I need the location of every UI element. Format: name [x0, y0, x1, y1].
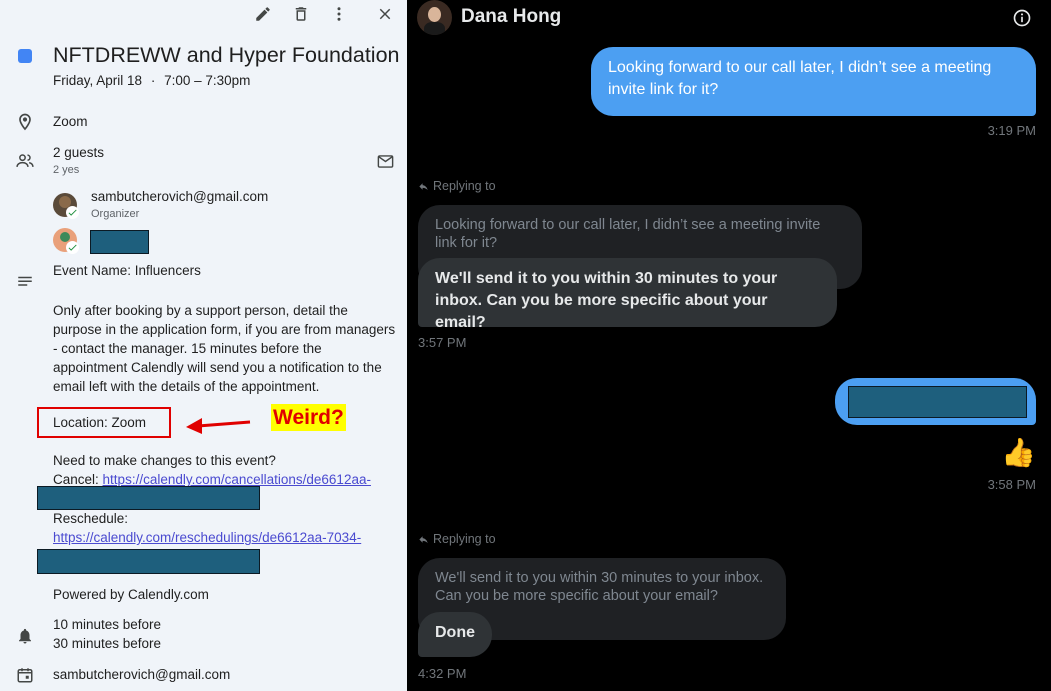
calendar-color-chip [18, 49, 32, 63]
email-guests-button[interactable] [374, 150, 396, 172]
description-icon [14, 271, 36, 293]
info-icon [1013, 9, 1031, 27]
calendar-owner: sambutcherovich@gmail.com [53, 667, 231, 682]
reminder-2: 30 minutes before [53, 636, 162, 651]
description-location: Location: Zoom [53, 415, 147, 430]
message-timestamp: 3:58 PM [987, 477, 1036, 492]
redacted-reschedule-link-tail [37, 549, 260, 574]
event-time: 7:00 – 7:30pm [164, 73, 251, 88]
trash-icon [295, 7, 307, 21]
cancel-label: Cancel: [53, 472, 99, 487]
bell-icon [14, 625, 36, 647]
location-pin-icon [14, 111, 36, 133]
mail-icon [377, 154, 393, 168]
reschedule-line: https://calendly.com/reschedulings/de661… [53, 530, 361, 545]
description-body: Only after booking by a support person, … [53, 303, 396, 394]
edit-event-button[interactable] [251, 2, 275, 26]
sent-message-bubble[interactable] [835, 378, 1036, 425]
time-separator: · [150, 73, 156, 88]
contact-avatar[interactable] [417, 0, 452, 35]
reply-arrow-icon [419, 535, 428, 543]
reschedule-label: Reschedule: [53, 511, 129, 526]
more-options-button[interactable] [327, 2, 351, 26]
conversation-info-button[interactable] [1010, 6, 1034, 30]
reply-arrow-icon [419, 182, 428, 190]
message-timestamp: 4:32 PM [418, 666, 467, 681]
replying-to-label: Replying to [418, 179, 496, 193]
replying-to-label: Replying to [418, 532, 496, 546]
replying-to-text: Replying to [433, 179, 496, 193]
changes-heading: Need to make changes to this event? [53, 453, 276, 468]
powered-by: Powered by Calendly.com [53, 587, 209, 602]
cancel-link[interactable]: https://calendly.com/cancellations/de661… [103, 472, 371, 487]
calendar-event-panel: NFTDREWW and Hyper Foundation Friday, Ap… [0, 0, 407, 691]
redacted-email-message [848, 386, 1027, 418]
event-date: Friday, April 18 [53, 73, 143, 88]
sent-message-bubble[interactable]: Looking forward to our call later, I did… [591, 47, 1036, 116]
guests-count: 2 guests [53, 145, 105, 160]
redacted-guest-email [90, 230, 149, 254]
pencil-icon [256, 7, 270, 21]
redacted-cancel-link-tail [37, 486, 260, 510]
message-timestamp: 3:19 PM [987, 123, 1036, 138]
delete-event-button[interactable] [289, 2, 313, 26]
contact-name: Dana Hong [461, 6, 562, 27]
close-icon [379, 8, 391, 20]
event-title: NFTDREWW and Hyper Foundation [53, 43, 400, 67]
organizer-email: sambutcherovich@gmail.com [91, 189, 269, 204]
event-location: Zoom [53, 114, 88, 129]
organizer-avatar [53, 193, 79, 219]
guest-avatar [53, 228, 79, 254]
cancel-line: Cancel: https://calendly.com/cancellatio… [53, 472, 371, 487]
guests-yes: 2 yes [53, 164, 80, 176]
accepted-check-icon [66, 206, 79, 219]
close-button[interactable] [373, 2, 397, 26]
organizer-role: Organizer [91, 208, 140, 220]
accepted-check-icon [66, 241, 79, 254]
reminder-1: 10 minutes before [53, 617, 162, 632]
received-message-bubble[interactable]: We'll send it to you within 30 minutes t… [418, 258, 837, 331]
annotation-label: Weird? [271, 404, 346, 431]
message-timestamp: 3:57 PM [418, 335, 467, 350]
received-message-bubble[interactable]: Done [418, 612, 492, 657]
annotation-arrow [186, 418, 251, 434]
guests-icon [14, 150, 36, 172]
reschedule-link[interactable]: https://calendly.com/reschedulings/de661… [53, 530, 361, 545]
event-name-line: Event Name: Influencers [53, 263, 201, 278]
calendar-icon [14, 664, 36, 686]
event-datetime: Friday, April 18 · 7:00 – 7:30pm [53, 73, 250, 88]
more-vert-icon [337, 7, 341, 21]
replying-to-text: Replying to [433, 532, 496, 546]
chat-panel: Dana Hong Looking forward to our call la… [407, 0, 1051, 691]
thumbs-up-emoji: 👍 [1001, 437, 1036, 468]
